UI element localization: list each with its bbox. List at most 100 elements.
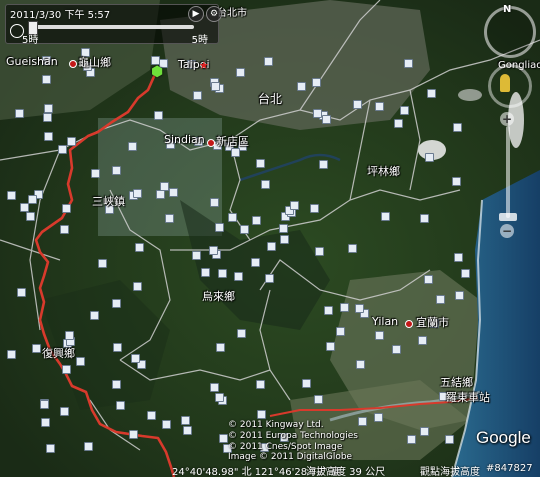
poi-marker-icon[interactable]	[216, 343, 225, 352]
poi-marker-icon[interactable]	[375, 102, 384, 111]
poi-marker-icon[interactable]	[62, 204, 71, 213]
poi-marker-icon[interactable]	[256, 159, 265, 168]
poi-marker-icon[interactable]	[218, 269, 227, 278]
poi-marker-icon[interactable]	[420, 427, 429, 436]
poi-marker-icon[interactable]	[290, 201, 299, 210]
poi-marker-icon[interactable]	[420, 214, 429, 223]
poi-marker-icon[interactable]	[84, 442, 93, 451]
zoom-slider[interactable]	[506, 126, 510, 218]
navigation-controls[interactable]: N + −	[484, 4, 536, 246]
poi-marker-icon[interactable]	[7, 350, 16, 359]
poi-marker-icon[interactable]	[98, 259, 107, 268]
poi-marker-icon[interactable]	[40, 400, 49, 409]
start-marker-icon[interactable]: ⬢	[151, 64, 163, 80]
poi-marker-icon[interactable]	[91, 169, 100, 178]
poi-marker-icon[interactable]	[67, 137, 76, 146]
poi-marker-icon[interactable]	[133, 282, 142, 291]
poi-marker-icon[interactable]	[32, 344, 41, 353]
poi-marker-icon[interactable]	[319, 160, 328, 169]
poi-marker-icon[interactable]	[169, 188, 178, 197]
time-slider-track[interactable]	[28, 25, 194, 29]
poi-marker-icon[interactable]	[234, 272, 243, 281]
poi-marker-icon[interactable]	[418, 336, 427, 345]
poi-marker-icon[interactable]	[156, 190, 165, 199]
poi-marker-icon[interactable]	[252, 216, 261, 225]
poi-marker-icon[interactable]	[400, 106, 409, 115]
poi-marker-icon[interactable]	[251, 258, 260, 267]
poi-marker-icon[interactable]	[154, 111, 163, 120]
look-joystick[interactable]	[488, 64, 532, 108]
poi-marker-icon[interactable]	[336, 327, 345, 336]
poi-marker-icon[interactable]	[356, 360, 365, 369]
poi-marker-icon[interactable]	[210, 383, 219, 392]
poi-marker-icon[interactable]	[392, 345, 401, 354]
play-button[interactable]: ▶	[188, 6, 204, 22]
poi-marker-icon[interactable]	[215, 223, 224, 232]
satellite-terrain[interactable]	[0, 0, 540, 477]
poi-marker-icon[interactable]	[340, 303, 349, 312]
poi-marker-icon[interactable]	[15, 109, 24, 118]
poi-marker-icon[interactable]	[90, 311, 99, 320]
poi-marker-icon[interactable]	[28, 195, 37, 204]
poi-marker-icon[interactable]	[215, 393, 224, 402]
poi-marker-icon[interactable]	[201, 268, 210, 277]
poi-marker-icon[interactable]	[192, 251, 201, 260]
poi-marker-icon[interactable]	[454, 253, 463, 262]
poi-marker-icon[interactable]	[211, 82, 220, 91]
poi-marker-icon[interactable]	[43, 113, 52, 122]
poi-marker-icon[interactable]	[315, 247, 324, 256]
poi-marker-icon[interactable]	[297, 82, 306, 91]
poi-marker-icon[interactable]	[17, 288, 26, 297]
poi-marker-icon[interactable]	[424, 275, 433, 284]
poi-marker-icon[interactable]	[322, 115, 331, 124]
street-view-person-icon[interactable]	[500, 74, 510, 92]
poi-marker-icon[interactable]	[358, 417, 367, 426]
poi-marker-icon[interactable]	[256, 380, 265, 389]
poi-marker-icon[interactable]	[381, 212, 390, 221]
poi-marker-icon[interactable]	[65, 331, 74, 340]
poi-marker-icon[interactable]	[183, 426, 192, 435]
poi-marker-icon[interactable]	[60, 407, 69, 416]
poi-marker-icon[interactable]	[44, 132, 53, 141]
poi-marker-icon[interactable]	[20, 203, 29, 212]
poi-marker-icon[interactable]	[265, 274, 274, 283]
poi-marker-icon[interactable]	[46, 444, 55, 453]
poi-marker-icon[interactable]	[264, 57, 273, 66]
poi-marker-icon[interactable]	[280, 235, 289, 244]
poi-marker-icon[interactable]	[374, 413, 383, 422]
poi-marker-icon[interactable]	[44, 104, 53, 113]
poi-marker-icon[interactable]	[425, 153, 434, 162]
poi-marker-icon[interactable]	[279, 224, 288, 233]
poi-marker-icon[interactable]	[165, 214, 174, 223]
poi-marker-icon[interactable]	[453, 123, 462, 132]
poi-marker-icon[interactable]	[314, 395, 323, 404]
poi-marker-icon[interactable]	[313, 109, 322, 118]
poi-marker-icon[interactable]	[209, 246, 218, 255]
poi-marker-icon[interactable]	[7, 191, 16, 200]
settings-gear-icon[interactable]: ⚙	[206, 6, 222, 22]
poi-marker-icon[interactable]	[112, 380, 121, 389]
zoom-in-button[interactable]: +	[500, 112, 514, 126]
poi-marker-icon[interactable]	[41, 418, 50, 427]
poi-marker-icon[interactable]	[42, 75, 51, 84]
poi-marker-icon[interactable]	[375, 331, 384, 340]
poi-marker-icon[interactable]	[240, 225, 249, 234]
poi-marker-icon[interactable]	[193, 91, 202, 100]
poi-marker-icon[interactable]	[112, 166, 121, 175]
poi-marker-icon[interactable]	[58, 145, 67, 154]
poi-marker-icon[interactable]	[181, 416, 190, 425]
poi-marker-icon[interactable]	[261, 180, 270, 189]
poi-marker-icon[interactable]	[427, 89, 436, 98]
poi-marker-icon[interactable]	[355, 304, 364, 313]
poi-marker-icon[interactable]	[324, 306, 333, 315]
poi-marker-icon[interactable]	[131, 354, 140, 363]
poi-marker-icon[interactable]	[267, 242, 276, 251]
poi-marker-icon[interactable]	[461, 269, 470, 278]
poi-marker-icon[interactable]	[436, 295, 445, 304]
poi-marker-icon[interactable]	[76, 357, 85, 366]
poi-marker-icon[interactable]	[26, 212, 35, 221]
poi-marker-icon[interactable]	[302, 379, 311, 388]
town-pin-icon[interactable]	[207, 139, 215, 147]
poi-marker-icon[interactable]	[348, 244, 357, 253]
poi-marker-icon[interactable]	[310, 204, 319, 213]
